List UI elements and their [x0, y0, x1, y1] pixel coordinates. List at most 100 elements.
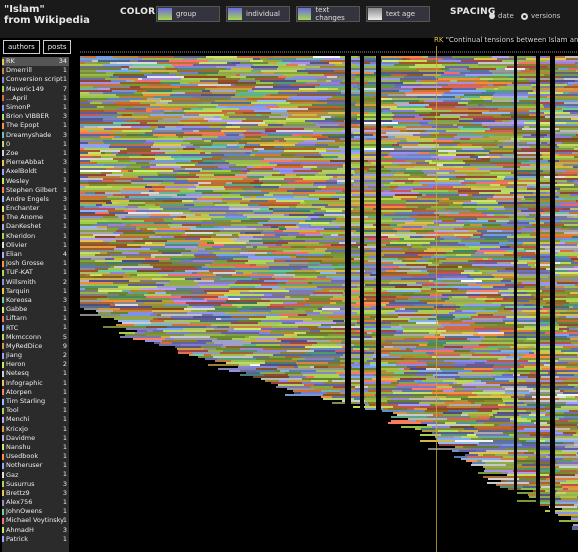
author-row[interactable]: Maveric149 7	[2, 85, 69, 94]
author-row[interactable]: Michael Voytinsky 1	[2, 516, 69, 525]
author-name: Nanshu	[6, 442, 31, 451]
author-name: Tool	[6, 406, 19, 415]
color-option-label: individual	[246, 10, 280, 18]
author-row[interactable]: Elian 4	[2, 250, 69, 259]
author-row[interactable]: Usedbook 1	[2, 452, 69, 461]
author-name: AxelBoldt	[6, 167, 37, 176]
author-post-count: 2	[62, 351, 67, 359]
author-row[interactable]: RTC 1	[2, 323, 69, 332]
author-name: Gaz	[6, 470, 19, 479]
author-row[interactable]: Gabbe 1	[2, 305, 69, 314]
author-row[interactable]: Mkmcconn 5	[2, 333, 69, 342]
author-name: Brettz9	[6, 488, 30, 497]
author-row[interactable]: PierreAbbat 3	[2, 158, 69, 167]
author-row[interactable]: The Anome 1	[2, 213, 69, 222]
author-name: Conversion script	[6, 75, 63, 84]
spacing-radio-date[interactable]: date	[489, 12, 514, 20]
author-row[interactable]: Susurrus 3	[2, 480, 69, 489]
author-post-count: 1	[62, 268, 67, 277]
author-name: SimonP	[6, 103, 31, 112]
author-post-count: 1	[62, 516, 67, 525]
version-cursor-line[interactable]	[436, 46, 437, 552]
history-flow-visualization[interactable]	[80, 50, 578, 552]
tab-posts[interactable]: posts	[42, 40, 72, 54]
author-row[interactable]: Kheridon 1	[2, 232, 69, 241]
color-option-text-changes[interactable]: text changes	[296, 6, 360, 22]
author-row[interactable]: AhmadH 3	[2, 526, 69, 535]
author-row[interactable]: MyRedDice 9	[2, 342, 69, 351]
author-row[interactable]: Patrick 1	[2, 535, 69, 544]
color-option-group[interactable]: group	[156, 6, 220, 22]
color-option-individual[interactable]: individual	[226, 6, 290, 22]
author-row[interactable]: Stephen Gilbert 1	[2, 186, 69, 195]
author-name: Susurrus	[6, 479, 35, 488]
author-row[interactable]: Tarquin 1	[2, 287, 69, 296]
author-row[interactable]: Koreosa 3	[2, 296, 69, 305]
author-row[interactable]: The Epopt 1	[2, 121, 69, 130]
author-row[interactable]: Brettz9 3	[2, 489, 69, 498]
tab-authors[interactable]: authors	[3, 40, 40, 54]
author-name: Andre Engels	[6, 194, 49, 203]
author-row[interactable]: Notheruser 1	[2, 461, 69, 470]
author-row[interactable]: Wesley 1	[2, 176, 69, 185]
author-row[interactable]: Tim Starling 1	[2, 397, 69, 406]
author-row[interactable]: Josh Grosse 1	[2, 259, 69, 268]
author-row[interactable]: Davidme 1	[2, 434, 69, 443]
author-row[interactable]: SimonP 1	[2, 103, 69, 112]
author-row[interactable]: Dreamyshade 3	[2, 131, 69, 140]
author-color-swatch	[2, 416, 4, 423]
author-row[interactable]: Heron 2	[2, 360, 69, 369]
author-row[interactable]: DanKeshet 1	[2, 222, 69, 231]
author-post-count: 1	[62, 323, 67, 332]
author-post-count: 1	[62, 498, 67, 506]
author-row[interactable]: Atorpen 1	[2, 388, 69, 397]
author-row[interactable]: Netesq 1	[2, 369, 69, 378]
author-row[interactable]: Jiang 2	[2, 351, 69, 360]
author-post-count: 1	[62, 387, 67, 396]
palette-swatch-icon	[298, 8, 312, 20]
author-row[interactable]: Infographic 1	[2, 379, 69, 388]
author-row[interactable]: Liftarn 1	[2, 314, 69, 323]
author-name: Jiang	[6, 351, 22, 360]
author-row[interactable]: TUF-KAT 1	[2, 268, 69, 277]
author-row[interactable]: Nanshu 1	[2, 443, 69, 452]
author-color-swatch	[2, 334, 4, 341]
author-post-count: 1	[62, 185, 67, 194]
author-list: RK 34 Dmerrill 1 Conversion script 1 Maveric14…	[2, 57, 69, 552]
author-row[interactable]: 01	[2, 140, 69, 149]
author-row[interactable]: Gaz 1	[2, 470, 69, 479]
author-row[interactable]: Dmerrill 1	[2, 66, 69, 75]
author-name: Tim Starling	[6, 397, 46, 406]
author-row[interactable]: RK 34	[2, 57, 69, 67]
color-option-label: group	[176, 10, 197, 18]
color-option-text-age[interactable]: text age	[366, 6, 430, 22]
author-post-count: 1	[62, 93, 67, 102]
page-title: "Islam" from Wikipedia	[4, 4, 90, 26]
author-name: Patrick	[6, 534, 28, 543]
author-row[interactable]: Zoe 1	[2, 149, 69, 158]
author-row[interactable]: Olivier 1	[2, 241, 69, 250]
author-row[interactable]: ...April 1	[2, 94, 69, 103]
author-name: Netesq	[6, 369, 29, 378]
spacing-radio-versions[interactable]: versions	[521, 12, 560, 20]
author-name: Mkmcconn	[6, 332, 42, 341]
author-name: Kheridon	[6, 231, 36, 240]
author-color-swatch	[2, 306, 4, 313]
author-row[interactable]: Menchi 1	[2, 415, 69, 424]
author-post-count: 1	[62, 148, 67, 157]
author-row[interactable]: Brion VIBBER 3	[2, 112, 69, 121]
revision-stripes	[80, 56, 578, 530]
author-row[interactable]: JohnOwens 1	[2, 507, 69, 516]
author-row[interactable]: Enchanter 1	[2, 204, 69, 213]
author-row[interactable]: Alex756 1	[2, 498, 69, 507]
author-row[interactable]: Tool 1	[2, 406, 69, 415]
author-post-count: 2	[62, 360, 67, 369]
author-row[interactable]: AxelBoldt 1	[2, 167, 69, 176]
author-color-swatch	[2, 517, 4, 524]
author-color-swatch	[2, 407, 4, 414]
author-row[interactable]: Kricxjo 1	[2, 425, 69, 434]
author-row[interactable]: Conversion script 1	[2, 75, 69, 84]
author-row[interactable]: Willsmith 2	[2, 278, 69, 287]
author-name: Zoe	[6, 148, 19, 157]
author-row[interactable]: Andre Engels 3	[2, 195, 69, 204]
